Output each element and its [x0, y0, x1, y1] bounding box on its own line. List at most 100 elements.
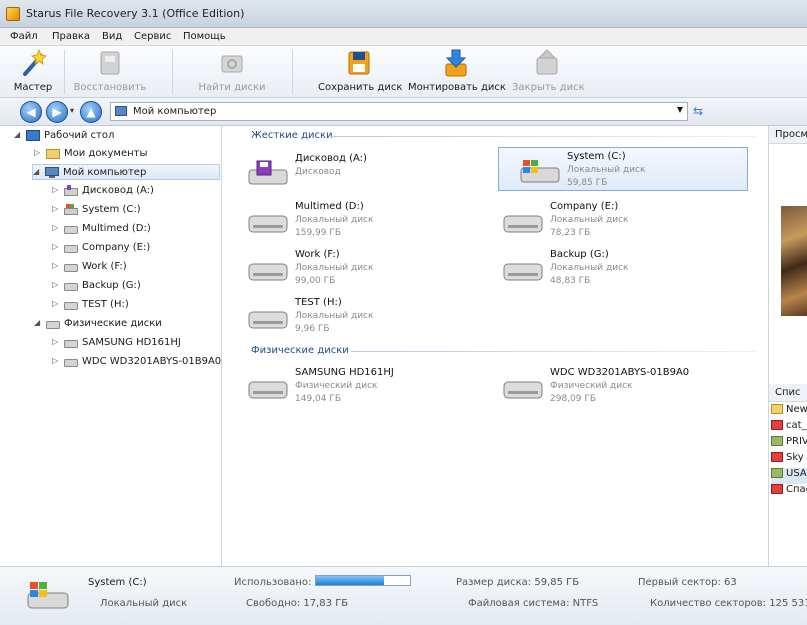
tree-item-drive-f[interactable]: ▷ Work (F:): [52, 259, 222, 275]
menu-service[interactable]: Сервис: [134, 31, 171, 42]
collapse-arrow-icon[interactable]: ▷: [52, 280, 58, 289]
hard-drive-icon: [64, 302, 78, 310]
mount-disk-button[interactable]: Монтировать диск: [408, 48, 506, 96]
preview-panel: Просм Спис New cat_ PRIV Sky l USA Спас: [768, 126, 807, 566]
disk-item-e[interactable]: Company (E:) Локальный диск 78,23 ГБ: [482, 198, 732, 242]
collapse-arrow-icon[interactable]: ▷: [52, 356, 58, 365]
expand-arrow-icon[interactable]: ◢: [34, 318, 40, 327]
app-icon: [6, 7, 20, 21]
up-button[interactable]: ▲: [80, 101, 102, 123]
hard-drive-icon: [503, 263, 543, 281]
hard-drive-icon: [64, 359, 78, 367]
folder-icon: [771, 404, 783, 414]
collapse-arrow-icon[interactable]: ▷: [34, 148, 40, 157]
menu-file[interactable]: Файл: [10, 31, 38, 42]
deleted-file-icon: [771, 484, 783, 494]
hard-disks-header: Жесткие диски: [251, 130, 333, 141]
tree-item-samsung[interactable]: ▷ SAMSUNG HD161HJ: [52, 335, 222, 351]
expand-arrow-icon[interactable]: ◢: [33, 167, 39, 176]
menu-edit[interactable]: Правка: [52, 31, 90, 42]
disk-item-a[interactable]: Дисковод (A:) Дисковод: [227, 150, 477, 194]
hard-drive-icon: [64, 245, 78, 253]
tree-item-drive-d[interactable]: ▷ Multimed (D:): [52, 221, 222, 237]
collapse-arrow-icon[interactable]: ▷: [52, 261, 58, 270]
collapse-arrow-icon[interactable]: ▷: [52, 204, 58, 213]
forward-button[interactable]: ▶: [46, 101, 68, 123]
toolbar-separator: [64, 50, 65, 94]
chevron-down-icon[interactable]: ▼: [677, 105, 683, 114]
collapse-arrow-icon[interactable]: ▷: [52, 242, 58, 251]
file-list-item[interactable]: cat_: [771, 420, 807, 436]
deleted-file-icon: [771, 452, 783, 462]
mount-disk-icon: [445, 49, 467, 77]
collapse-arrow-icon[interactable]: ▷: [52, 185, 58, 194]
file-list-item[interactable]: USA: [771, 468, 807, 484]
file-list-header: Спис: [769, 384, 807, 402]
collapse-arrow-icon[interactable]: ▷: [52, 299, 58, 308]
restore-icon: [100, 51, 120, 75]
physical-disk-wdc[interactable]: WDC WD3201ABYS-01B9A0 Физический диск 29…: [482, 364, 732, 408]
address-input[interactable]: Мой компьютер ▼: [110, 102, 688, 121]
wizard-button[interactable]: Мастер: [8, 48, 58, 96]
computer-icon: [45, 167, 59, 178]
file-list-item[interactable]: Sky l: [771, 452, 807, 468]
address-path: Мой компьютер: [133, 106, 217, 117]
tree-item-physical-disks[interactable]: ◢ Физические диски: [34, 316, 220, 332]
system-drive-icon: [64, 204, 78, 215]
tree-item-wdc[interactable]: ▷ WDC WD3201ABYS-01B9A0: [52, 354, 222, 370]
collapse-arrow-icon[interactable]: ▷: [52, 337, 58, 346]
deleted-file-icon: [771, 420, 783, 430]
tree-item-drive-h[interactable]: ▷ TEST (H:): [52, 297, 222, 313]
tree-item-drive-e[interactable]: ▷ Company (E:): [52, 240, 222, 256]
preview-image: [781, 206, 807, 316]
desktop-icon: [26, 130, 40, 141]
menu-help[interactable]: Помощь: [183, 31, 226, 42]
arrow-right-icon: ▶: [52, 105, 62, 119]
tree-item-desktop[interactable]: ◢ Рабочий стол: [14, 128, 214, 144]
file-list-item[interactable]: PRIV: [771, 436, 807, 452]
close-disk-button[interactable]: Закрыть диск: [512, 48, 585, 96]
disk-item-h[interactable]: TEST (H:) Локальный диск 9,96 ГБ: [227, 294, 477, 338]
disk-usage-bar: [315, 575, 411, 586]
disk-item-d[interactable]: Multimed (D:) Локальный диск 159,99 ГБ: [227, 198, 477, 242]
file-system: Файловая система: NTFS: [468, 598, 599, 609]
hard-drive-icon: [64, 226, 78, 234]
file-list-item[interactable]: New: [771, 404, 807, 420]
magic-wand-icon: [23, 48, 47, 76]
hard-drive-icon: [248, 381, 288, 399]
back-button[interactable]: ◀: [20, 101, 42, 123]
arrow-left-icon: ◀: [26, 105, 36, 119]
hard-drive-icon: [503, 215, 543, 233]
disk-view: Жесткие диски Дисковод (A:) Дисковод Sys…: [223, 126, 768, 566]
hard-drive-icon: [64, 340, 78, 348]
file-list-item[interactable]: Спас: [771, 484, 807, 500]
free-space: Свободно: 17,83 ГБ: [246, 598, 349, 609]
tree-item-drive-g[interactable]: ▷ Backup (G:): [52, 278, 222, 294]
disk-item-c[interactable]: System (C:) Локальный диск 59,85 ГБ: [498, 147, 748, 191]
expand-arrow-icon[interactable]: ◢: [14, 130, 20, 139]
disk-item-f[interactable]: Work (F:) Локальный диск 99,00 ГБ: [227, 246, 477, 290]
hard-drive-icon: [248, 215, 288, 233]
tree-item-my-documents[interactable]: ▷ Мои документы: [34, 146, 214, 162]
preview-header: Просм: [769, 126, 807, 144]
collapse-arrow-icon[interactable]: ▷: [52, 223, 58, 232]
physical-disk-samsung[interactable]: SAMSUNG HD161HJ Физический диск 149,04 Г…: [227, 364, 477, 408]
refresh-icon[interactable]: ⇆: [693, 104, 703, 118]
history-dropdown-icon[interactable]: ▾: [70, 106, 74, 115]
tree-item-my-computer[interactable]: ◢ Мой компьютер: [32, 164, 220, 180]
save-disk-button[interactable]: Сохранить диск: [318, 48, 402, 96]
used-label: Использовано:: [234, 577, 312, 588]
disk-size: Размер диска: 59,85 ГБ: [456, 577, 580, 588]
tree-item-drive-a[interactable]: ▷ Дисковод (A:): [52, 183, 222, 199]
toolbar: Мастер Восстановить Найти диски Сохранит…: [0, 46, 807, 98]
menu-view[interactable]: Вид: [102, 31, 122, 42]
tree-item-drive-c[interactable]: ▷ System (C:): [52, 202, 222, 218]
hard-drive-icon: [64, 264, 78, 272]
find-disks-button[interactable]: Найти диски: [196, 48, 268, 96]
restore-button[interactable]: Восстановить: [70, 48, 150, 96]
hard-drive-icon: [64, 283, 78, 291]
disk-item-g[interactable]: Backup (G:) Локальный диск 48,83 ГБ: [482, 246, 732, 290]
arrow-up-icon: ▲: [86, 105, 96, 119]
window-title: Starus File Recovery 3.1 (Office Edition…: [26, 7, 245, 20]
status-disk-type: Локальный диск: [100, 598, 188, 609]
